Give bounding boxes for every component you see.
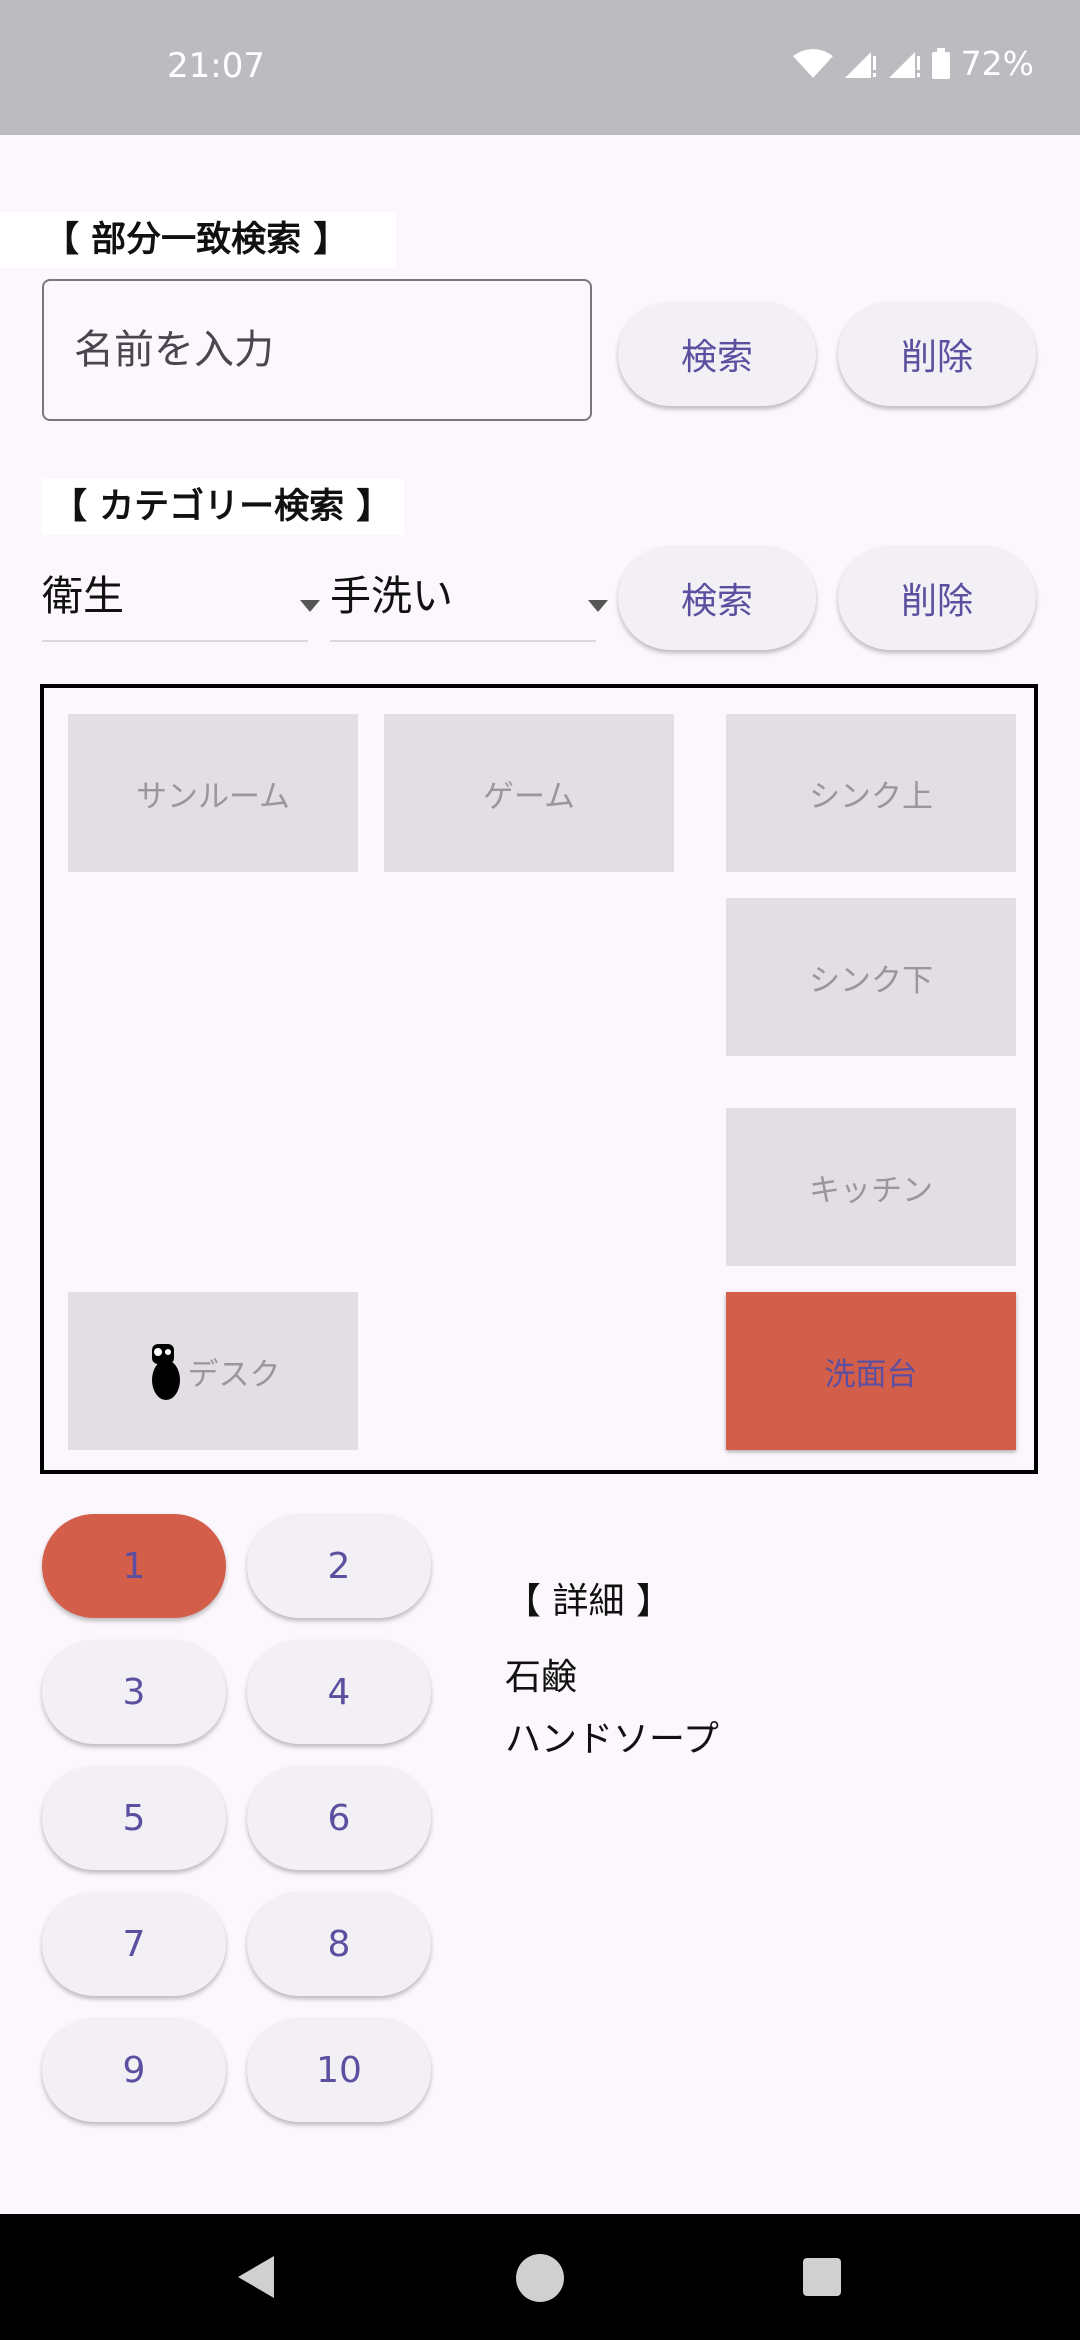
recents-icon[interactable]	[801, 2256, 843, 2298]
status-time: 21:07	[167, 46, 265, 86]
page-button-6[interactable]: 6	[247, 1766, 431, 1870]
category-search-button[interactable]: 検索	[618, 546, 816, 650]
place-kitchen[interactable]: キッチン	[726, 1108, 1016, 1266]
dropdown-arrow-icon	[300, 600, 320, 612]
signal-icon-2	[888, 51, 920, 78]
page-button-7[interactable]: 7	[42, 1892, 226, 1996]
navigation-bar	[0, 2214, 1080, 2340]
place-washstand[interactable]: 洗面台	[726, 1292, 1016, 1450]
wifi-icon	[792, 48, 833, 78]
page-button-4[interactable]: 4	[247, 1640, 431, 1744]
character-icon	[151, 1344, 180, 1400]
partial-search-title: 【 部分一致検索 】	[0, 212, 396, 268]
name-search-input[interactable]	[44, 281, 590, 419]
battery-icon	[931, 47, 950, 79]
detail-line-2: ハンドソープ	[505, 1719, 719, 1760]
home-icon[interactable]	[514, 2252, 566, 2304]
status-icons: 72%	[792, 44, 1034, 83]
detail-title: 【 詳細 】	[505, 1581, 672, 1622]
page-button-2[interactable]: 2	[247, 1514, 431, 1618]
name-search-field[interactable]	[42, 279, 592, 421]
category-dropdown[interactable]: 衛生	[42, 566, 320, 642]
place-desk[interactable]: デスク	[68, 1292, 358, 1450]
signal-icon	[844, 51, 876, 78]
page-button-8[interactable]: 8	[247, 1892, 431, 1996]
category-delete-button[interactable]: 削除	[838, 546, 1036, 650]
partial-delete-button[interactable]: 削除	[838, 302, 1036, 406]
place-sink-bottom[interactable]: シンク下	[726, 898, 1016, 1056]
subcategory-dropdown[interactable]: 手洗い	[330, 566, 608, 642]
dropdown-arrow-icon	[588, 600, 608, 612]
status-bar: 21:07 72%	[0, 0, 1080, 135]
page-button-3[interactable]: 3	[42, 1640, 226, 1744]
back-icon[interactable]	[232, 2252, 278, 2302]
page-button-1[interactable]: 1	[42, 1514, 226, 1618]
partial-search-button[interactable]: 検索	[618, 302, 816, 406]
place-sunroom[interactable]: サンルーム	[68, 714, 358, 872]
page-button-9[interactable]: 9	[42, 2018, 226, 2122]
place-map: サンルーム ゲーム シンク上 シンク下 キッチン デスク 洗面台	[40, 684, 1038, 1474]
page-button-10[interactable]: 10	[247, 2018, 431, 2122]
detail-line-1: 石鹸	[505, 1657, 578, 1698]
category-value: 衛生	[42, 572, 124, 620]
page-button-5[interactable]: 5	[42, 1766, 226, 1870]
subcategory-value: 手洗い	[330, 572, 453, 620]
place-desk-label: デスク	[187, 1356, 281, 1393]
place-sink-top[interactable]: シンク上	[726, 714, 1016, 872]
category-search-title: 【 カテゴリー検索 】	[42, 479, 404, 535]
battery-percent: 72%	[960, 44, 1034, 83]
place-game[interactable]: ゲーム	[384, 714, 674, 872]
